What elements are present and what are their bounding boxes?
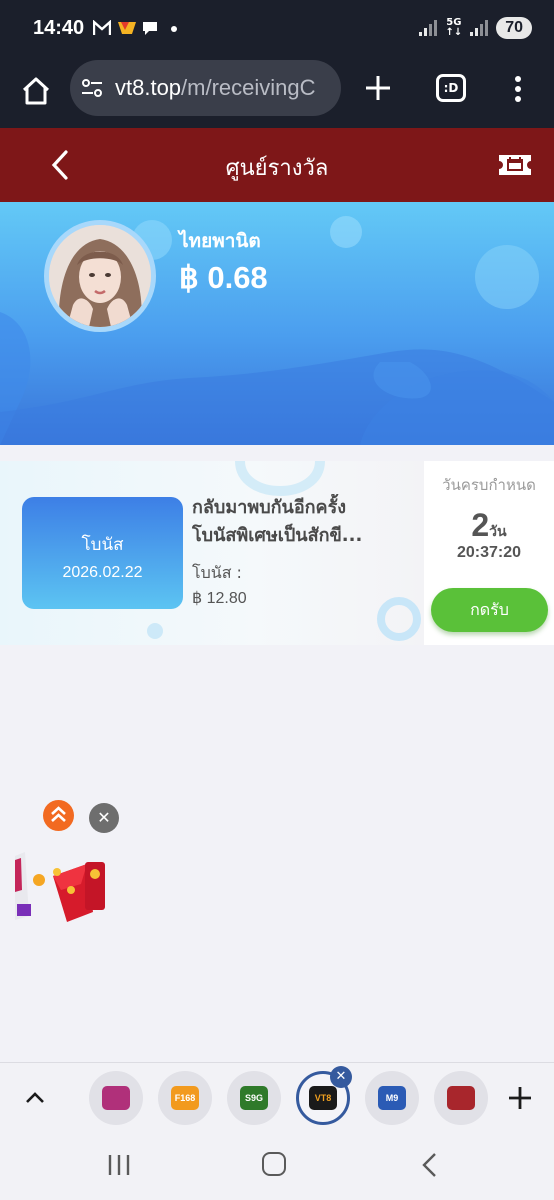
tab-favicon-1[interactable] xyxy=(89,1071,143,1125)
days-unit: วัน xyxy=(489,524,507,540)
home-button-icon[interactable] xyxy=(262,1152,286,1176)
tab-logo-1 xyxy=(102,1086,130,1110)
reward-title: กลับมาพบกันอีกครั้ง โบนัสพิเศษเป็นสักขี.… xyxy=(192,494,414,550)
avatar-photo xyxy=(49,225,151,327)
browser-tab-strip: F168 S9G VT8 ✕ M9 xyxy=(0,1062,554,1134)
days-remaining: 2วัน xyxy=(424,507,554,544)
more-menu-icon[interactable] xyxy=(508,74,528,104)
promo-expand-button[interactable] xyxy=(43,800,74,831)
mail-icon xyxy=(92,19,112,38)
tab-logo-4: VT8 xyxy=(309,1086,337,1110)
dot-icon xyxy=(165,20,183,38)
add-tab-icon[interactable] xyxy=(505,1083,535,1113)
recent-apps-icon[interactable] xyxy=(107,1152,131,1178)
due-date-label: วันครบกำหนด xyxy=(442,476,536,494)
signal-icon-2 xyxy=(470,20,489,36)
shop-icon xyxy=(117,20,136,38)
tab-favicon-5[interactable]: M9 xyxy=(365,1071,419,1125)
system-navigation-bar xyxy=(0,1134,554,1200)
network-type: 5G ↑↓ xyxy=(445,17,463,38)
battery-badge: 70 xyxy=(496,17,532,39)
signal-icon xyxy=(419,20,438,36)
tab-logo-6 xyxy=(447,1086,475,1110)
browser-toolbar: vt8.top/m/receivingC :D xyxy=(0,60,554,128)
tab-switcher-button[interactable]: :D xyxy=(436,74,466,102)
tab-logo-3: S9G xyxy=(240,1086,268,1110)
system-back-icon[interactable] xyxy=(420,1151,440,1179)
page-header: ศูนย์รางวัล xyxy=(0,128,554,202)
ticket-calendar-icon[interactable] xyxy=(497,152,533,178)
tab-favicon-3[interactable]: S9G xyxy=(227,1071,281,1125)
profile-banner: ไทยพานิต ฿ 0.68 xyxy=(0,202,554,445)
url-host: vt8.top xyxy=(115,75,182,100)
page-title: ศูนย์รางวัล xyxy=(225,156,329,181)
new-tab-icon[interactable] xyxy=(362,72,394,104)
username: ไทยพานิต xyxy=(179,230,261,252)
site-settings-icon[interactable] xyxy=(80,76,104,100)
address-bar[interactable]: vt8.top/m/receivingC xyxy=(70,60,341,116)
tab-logo-2: F168 xyxy=(171,1086,199,1110)
account-balance: ฿ 0.68 xyxy=(179,260,268,295)
url-text: vt8.top/m/receivingC xyxy=(115,75,316,101)
tab-favicon-2[interactable]: F168 xyxy=(158,1071,212,1125)
red-envelope-promo-image[interactable] xyxy=(15,850,105,924)
reward-title-line1: กลับมาพบกันอีกครั้ง xyxy=(192,497,347,518)
tab-logo-5: M9 xyxy=(378,1086,406,1110)
days-value: 2 xyxy=(471,507,490,543)
status-time: 14:40 xyxy=(33,17,85,39)
bonus-amount: ฿ 12.80 xyxy=(192,590,247,607)
notification-icons xyxy=(92,19,183,38)
chat-icon xyxy=(141,20,159,38)
close-tab-icon[interactable]: ✕ xyxy=(330,1066,352,1088)
home-icon[interactable] xyxy=(18,73,54,109)
status-bar: 14:40 5G ↑↓ 70 xyxy=(0,0,554,60)
claim-button[interactable]: กดรับ xyxy=(431,588,548,632)
bonus-badge: โบนัส 2026.02.22 xyxy=(22,497,183,609)
bonus-label: โบนัส : xyxy=(192,563,242,582)
tab-favicon-6[interactable] xyxy=(434,1071,488,1125)
reward-title-line2: โบนัสพิเศษเป็นสักขี... xyxy=(192,525,363,546)
double-chevron-up-icon xyxy=(51,806,66,822)
countdown-timer: 20:37:20 xyxy=(456,544,522,561)
promo-close-button[interactable]: ✕ xyxy=(89,803,119,833)
bonus-badge-date: 2026.02.22 xyxy=(62,564,143,581)
chevron-up-icon[interactable] xyxy=(22,1085,48,1111)
reward-card: โบนัส 2026.02.22 กลับมาพบกันอีกครั้ง โบน… xyxy=(0,461,554,645)
reward-deadline-panel: วันครบกำหนด 2วัน 20:37:20 กดรับ xyxy=(424,461,554,645)
avatar[interactable] xyxy=(44,220,156,332)
bonus-badge-label: โบนัส xyxy=(81,535,124,555)
url-path: /m/receivingC xyxy=(181,75,316,100)
